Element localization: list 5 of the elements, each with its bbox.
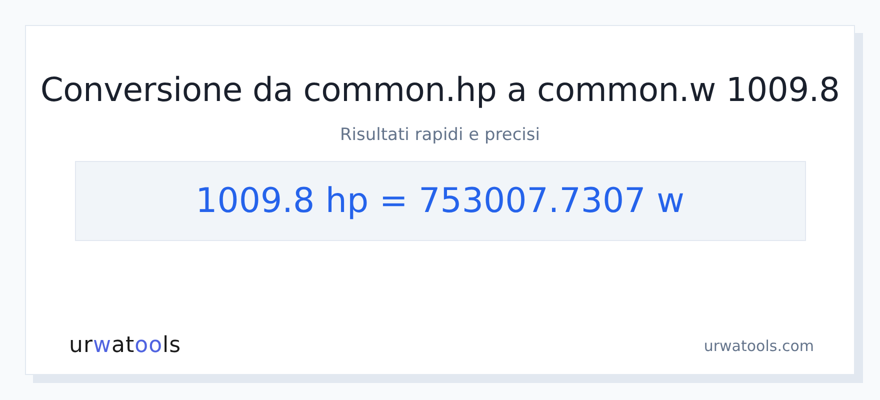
conversion-result: 1009.8 hp = 753007.7307 w xyxy=(196,181,684,221)
site-url: urwatools.com xyxy=(704,336,814,354)
logo: urwatools xyxy=(69,333,182,358)
page-title: Conversione da common.hp a common.w 1009.8 xyxy=(40,70,840,109)
subtitle: Risultati rapidi e precisi xyxy=(340,125,540,145)
